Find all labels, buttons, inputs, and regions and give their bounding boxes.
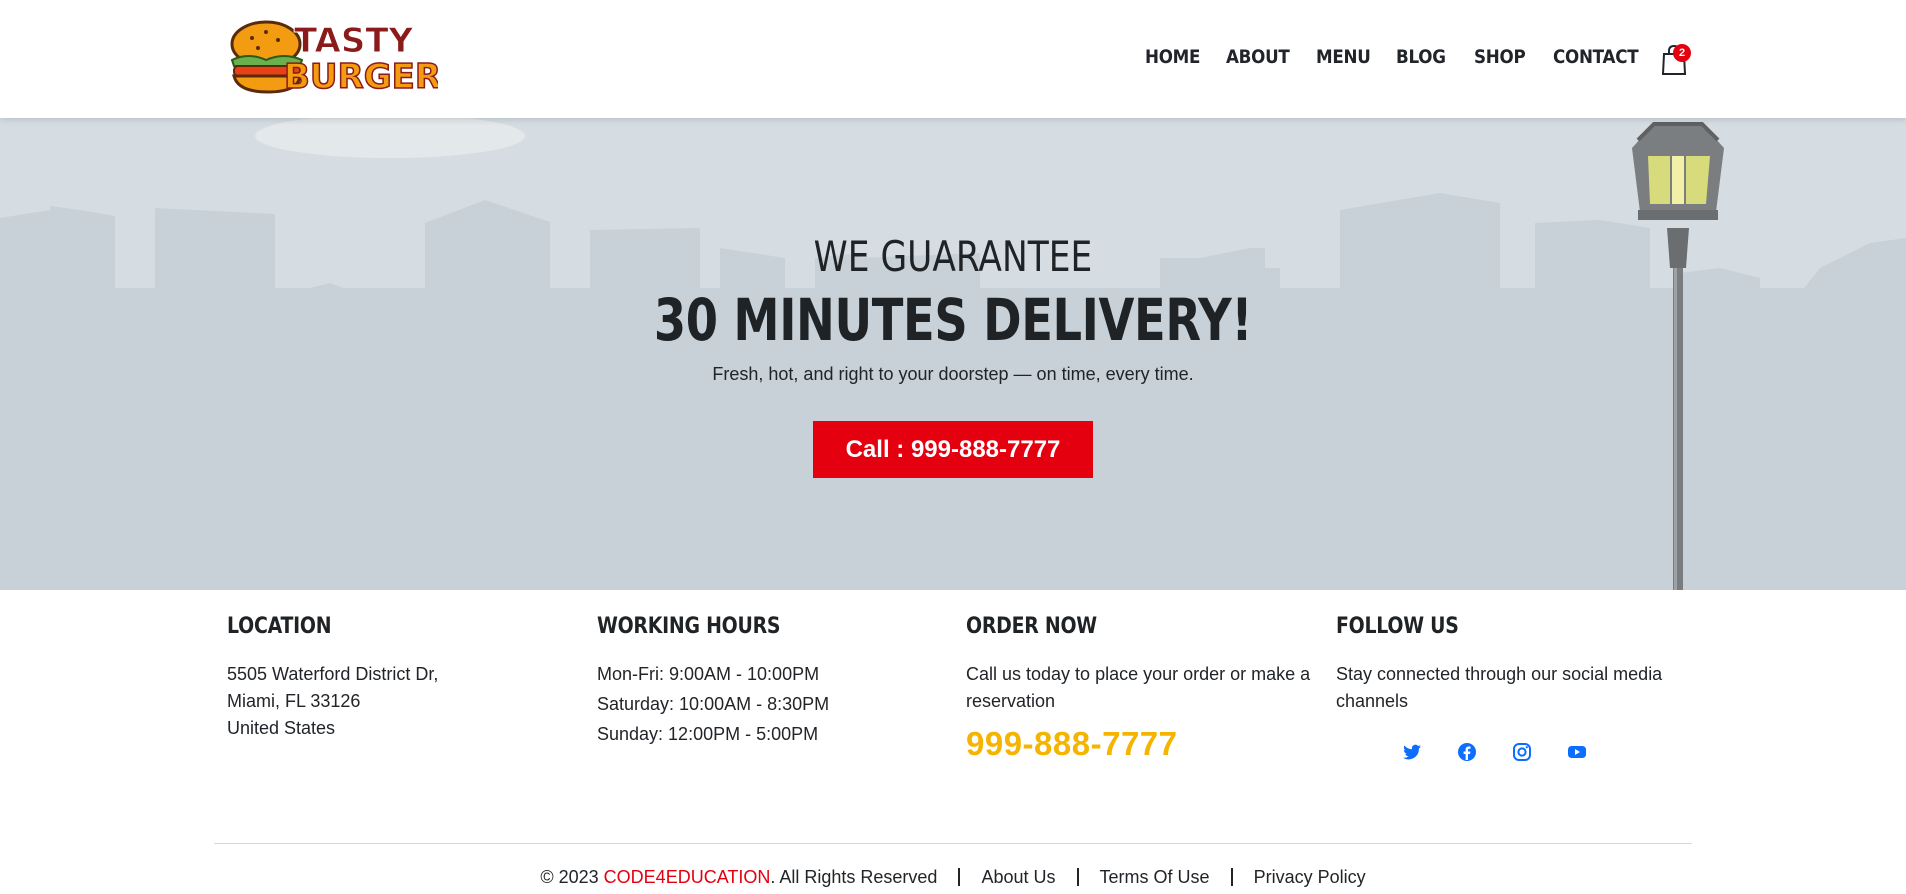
order-title: ORDER NOW: [966, 614, 1097, 639]
hours-column: WORKING HOURS Mon-Fri: 9:00AM - 10:00PM …: [597, 614, 957, 749]
copyright-suffix: . All Rights Reserved: [770, 866, 938, 887]
youtube-icon[interactable]: [1565, 740, 1589, 764]
call-button[interactable]: Call : 999-888-7777: [813, 421, 1093, 478]
copyright-prefix: © 2023: [540, 866, 604, 887]
nav-home[interactable]: HOME: [1145, 46, 1200, 68]
address: 5505 Waterford District Dr, Miami, FL 33…: [227, 661, 587, 742]
order-phone[interactable]: 999-888-7777: [966, 725, 1326, 763]
hours-line: Saturday: 10:00AM - 8:30PM: [597, 694, 830, 714]
brand-link[interactable]: CODE4EDUCATION: [604, 867, 771, 888]
terms-link[interactable]: Terms Of Use: [1100, 867, 1210, 888]
follow-text: Stay connected through our social media …: [1336, 664, 1663, 711]
copyright-bar: © 2023 CODE4EDUCATION. All Rights Reserv…: [0, 866, 1906, 888]
order-text: Call us today to place your order or mak…: [966, 664, 1311, 711]
separator: [958, 868, 961, 887]
hero-section: WE GUARANTEE 30 MINUTES DELIVERY! Fresh,…: [0, 118, 1906, 590]
footer-divider: [214, 843, 1692, 844]
address-line: United States: [227, 718, 336, 738]
cart-count-badge: 2: [1673, 44, 1691, 62]
nav-shop[interactable]: SHOP: [1474, 46, 1526, 68]
instagram-icon[interactable]: [1510, 740, 1534, 764]
street-lamp-illustration: [1632, 122, 1724, 590]
hours-title: WORKING HOURS: [597, 614, 781, 639]
nav-menu-link[interactable]: MENU: [1316, 46, 1371, 68]
follow-title: FOLLOW US: [1336, 614, 1459, 639]
about-us-link[interactable]: About Us: [981, 867, 1055, 888]
hours-list: Mon-Fri: 9:00AM - 10:00PM Saturday: 10:0…: [597, 659, 957, 749]
hero-subtitle: Fresh, hot, and right to your doorstep —…: [712, 364, 1194, 384]
footer-info: LOCATION 5505 Waterford District Dr, Mia…: [0, 590, 1906, 840]
facebook-icon[interactable]: [1455, 740, 1479, 764]
hero-kicker: WE GUARANTEE: [813, 232, 1093, 281]
hours-line: Sunday: 12:00PM - 5:00PM: [597, 724, 819, 744]
separator: [1076, 868, 1079, 887]
order-column: ORDER NOW Call us today to place your or…: [966, 614, 1326, 763]
separator: [1230, 868, 1233, 887]
address-line: Miami, FL 33126: [227, 691, 361, 711]
navbar: TASTY BURGER HOME ABOUT MENU BLOG SHOP C…: [0, 0, 1906, 118]
nav-about[interactable]: ABOUT: [1226, 46, 1290, 68]
hours-line: Mon-Fri: 9:00AM - 10:00PM: [597, 664, 820, 684]
follow-column: FOLLOW US Stay connected through our soc…: [1336, 614, 1696, 715]
address-line: 5505 Waterford District Dr,: [227, 664, 439, 684]
nav-blog[interactable]: BLOG: [1396, 46, 1446, 68]
twitter-icon[interactable]: [1400, 740, 1424, 764]
nav-menu: HOME ABOUT MENU BLOG SHOP CONTACT: [0, 0, 1906, 118]
nav-contact[interactable]: CONTACT: [1553, 46, 1639, 68]
hero-title: 30 MINUTES DELIVERY!: [653, 286, 1253, 354]
privacy-link[interactable]: Privacy Policy: [1254, 867, 1366, 888]
location-column: LOCATION 5505 Waterford District Dr, Mia…: [227, 614, 587, 742]
location-title: LOCATION: [227, 614, 332, 639]
